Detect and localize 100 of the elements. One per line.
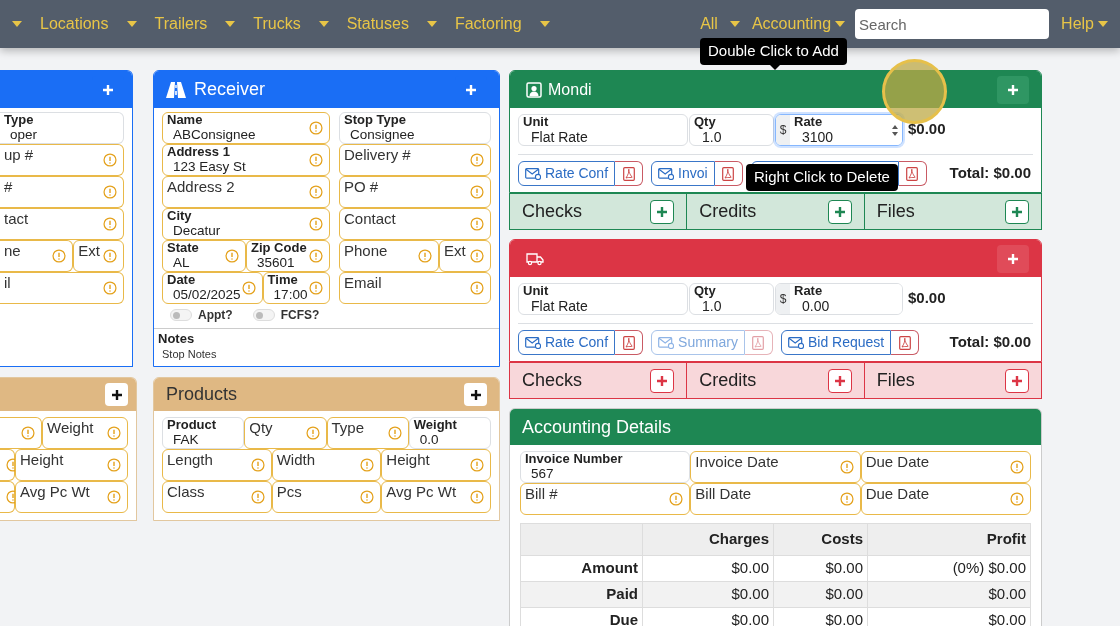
input-field[interactable]: Qty 1.0 — [689, 114, 774, 146]
field-label: City — [167, 209, 193, 223]
field-value: 567 — [530, 466, 555, 482]
field-label: State — [167, 241, 199, 255]
nav-menu[interactable]: Trucks — [253, 12, 329, 36]
form-field[interactable]: Time 17:00 — [262, 272, 330, 304]
field-label: Address 1 — [167, 145, 231, 159]
nav-menu[interactable]: Trailers — [154, 12, 236, 36]
field-label: Email — [344, 273, 382, 293]
form-field[interactable]: tact — [0, 208, 124, 240]
form-field[interactable]: il — [0, 272, 124, 304]
form-field[interactable]: Bill # — [520, 483, 691, 515]
table-cell: $0.00 — [773, 555, 868, 582]
nav-menu[interactable]: All — [700, 12, 740, 36]
form-field[interactable]: Length — [162, 449, 272, 481]
section-title: Credits — [699, 200, 757, 223]
input-field[interactable]: Unit Flat Rate — [518, 283, 688, 315]
field-label: Type — [4, 113, 35, 127]
field-label: Time — [267, 273, 299, 287]
form-field[interactable]: City Decatur — [162, 208, 330, 240]
form-field[interactable]: Product FAK — [162, 417, 245, 449]
form-field[interactable]: Bill Date — [690, 483, 861, 515]
input-field[interactable]: Qty 1.0 — [689, 283, 774, 315]
form-field[interactable]: Name ABConsignee — [162, 112, 330, 144]
field-value: 123 Easy St — [172, 159, 246, 175]
column-header: Charges — [642, 523, 774, 556]
row-header: Amount — [520, 555, 643, 582]
field-label: Stop Type — [344, 113, 407, 127]
email-document-button[interactable]: Rate Conf — [518, 161, 616, 186]
form-field[interactable]: Contact — [339, 208, 491, 240]
form-field[interactable]: Address 1 123 Easy St — [162, 144, 330, 176]
form-field[interactable]: Height — [381, 449, 491, 481]
field-value: 3100 — [801, 129, 834, 145]
form-field[interactable]: Date 05/02/2025 — [162, 272, 263, 304]
form-field[interactable]: Type oper — [0, 112, 124, 144]
form-field[interactable]: Weight — [42, 417, 128, 449]
form-field[interactable]: State AL — [162, 240, 246, 272]
field-label: Contact — [344, 209, 396, 229]
field-label: Ext — [444, 241, 466, 261]
form-field[interactable]: Invoice Number 567 — [520, 451, 691, 483]
form-field[interactable]: Phone — [339, 240, 439, 272]
form-field[interactable]: Address 2 — [162, 176, 330, 208]
field-label: Invoice Date — [695, 452, 779, 472]
section-title: Credits — [699, 369, 757, 392]
notes-text: Stop Notes — [161, 347, 218, 362]
nav-menu[interactable]: Accounting — [751, 12, 846, 36]
field-value: 05/02/2025 — [172, 287, 240, 303]
field-label: up # — [4, 145, 34, 165]
form-field[interactable]: Type — [326, 417, 409, 449]
field-label: Qty — [694, 284, 717, 298]
nav-menu[interactable]: Statuses — [346, 12, 437, 36]
field-label: Zip Code — [251, 241, 307, 255]
form-field[interactable]: Width — [271, 449, 382, 481]
column-header: Costs — [773, 523, 868, 556]
tooltip: Double Click to Add — [700, 38, 847, 65]
form-field[interactable]: Ext — [439, 240, 491, 272]
field-value: FAK — [172, 432, 200, 448]
field-label: Type — [331, 418, 365, 438]
form-field[interactable]: Due Date — [860, 483, 1031, 515]
form-field[interactable]: Avg Pc Wt — [381, 481, 491, 513]
row-header: Paid — [520, 581, 643, 608]
form-field[interactable]: up # — [0, 144, 124, 176]
nav-menu[interactable]: Factoring — [454, 12, 550, 36]
field-value: Flat Rate — [530, 129, 589, 145]
total-amount: Total: $0.00 — [949, 332, 1031, 353]
field-value: 17:00 — [272, 287, 307, 303]
search-field[interactable]: Search — [855, 9, 1050, 39]
field-label: Rate — [794, 115, 824, 129]
table-cell: $0.00 — [642, 555, 774, 582]
form-field[interactable]: Height — [15, 449, 128, 481]
form-field[interactable]: ne — [0, 240, 74, 272]
form-field[interactable]: Avg Pc Wt — [15, 481, 128, 513]
field-label: Unit — [523, 115, 550, 129]
email-document-button[interactable]: Rate Conf — [518, 330, 616, 355]
panel-title: Products — [166, 383, 238, 406]
form-field[interactable]: Weight 0.0 — [408, 417, 491, 449]
form-field[interactable]: Class — [162, 481, 272, 513]
field-label: Due Date — [865, 484, 930, 504]
form-field[interactable]: Invoice Date — [690, 451, 861, 483]
input-field[interactable]: Unit Flat Rate — [518, 114, 688, 146]
form-field[interactable]: Ext — [73, 240, 124, 272]
form-field[interactable]: Pcs — [271, 481, 382, 513]
nav-menu[interactable]: Help — [1061, 12, 1108, 36]
field-label: Delivery # — [344, 145, 411, 165]
form-field[interactable]: Delivery # — [339, 144, 491, 176]
form-field[interactable]: Stop Type Consignee — [339, 112, 491, 144]
nav-menu[interactable]: Locations — [40, 12, 137, 36]
section-title: Files — [876, 369, 915, 392]
form-field[interactable]: Zip Code 35601 — [246, 240, 330, 272]
line-amount: $0.00 — [908, 119, 946, 139]
field-value: oper — [9, 127, 38, 143]
form-field[interactable]: Qty — [244, 417, 327, 449]
form-field[interactable]: Due Date — [860, 451, 1031, 483]
field-value: 0.00 — [801, 298, 830, 314]
form-field[interactable]: Email — [339, 272, 491, 304]
field-value: Flat Rate — [530, 298, 589, 314]
form-field[interactable]: # — [0, 176, 124, 208]
email-document-button[interactable]: Invoi — [651, 161, 715, 186]
form-field[interactable]: PO # — [339, 176, 491, 208]
email-document-button[interactable]: Bid Request — [780, 330, 892, 355]
